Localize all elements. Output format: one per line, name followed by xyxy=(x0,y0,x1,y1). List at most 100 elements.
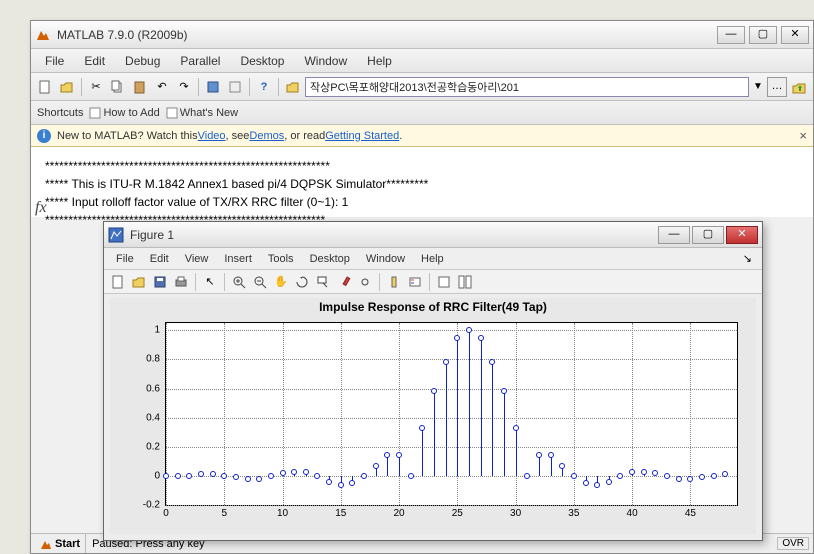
path-dropdown-icon[interactable]: ▼ xyxy=(751,81,765,92)
toolbar-separator xyxy=(198,78,199,96)
x-tick-label: 10 xyxy=(277,508,288,519)
data-cursor-icon[interactable] xyxy=(313,272,333,292)
stem-marker xyxy=(454,335,460,341)
menu-debug[interactable]: Debug xyxy=(115,52,170,70)
stem-marker xyxy=(676,476,682,482)
fig-menu-desktop[interactable]: Desktop xyxy=(302,251,358,267)
figure-window[interactable]: Figure 1 — ▢ ✕ File Edit View Insert Too… xyxy=(103,221,763,541)
fig-menu-edit[interactable]: Edit xyxy=(142,251,177,267)
info-text-3: , or read xyxy=(284,130,325,142)
menu-help[interactable]: Help xyxy=(357,52,402,70)
matlab-logo-icon xyxy=(35,27,51,43)
main-window-controls: — ▢ ✕ xyxy=(717,26,809,44)
whats-new-link[interactable]: What's New xyxy=(166,107,238,119)
pan-icon[interactable]: ✋ xyxy=(271,272,291,292)
figure-close-button[interactable]: ✕ xyxy=(726,226,758,244)
stem-marker xyxy=(280,470,286,476)
guide-icon[interactable] xyxy=(225,77,245,97)
figure-minimize-button[interactable]: — xyxy=(658,226,690,244)
menu-parallel[interactable]: Parallel xyxy=(170,52,230,70)
redo-icon[interactable]: ↷ xyxy=(174,77,194,97)
stem-marker xyxy=(524,473,530,479)
command-window[interactable]: ****************************************… xyxy=(31,147,813,217)
browse-folder-button[interactable]: … xyxy=(767,77,787,97)
simulink-icon[interactable] xyxy=(203,77,223,97)
figure-window-controls: — ▢ ✕ xyxy=(656,226,758,244)
chart-axes[interactable]: 051015202530354045-0.200.20.40.60.81 xyxy=(165,322,738,506)
pointer-icon[interactable]: ↖ xyxy=(200,272,220,292)
x-tick-label: 20 xyxy=(393,508,404,519)
main-toolbar: ✂ ↶ ↷ ? ▼ … xyxy=(31,73,813,101)
stem-line xyxy=(516,428,517,476)
stem-marker xyxy=(629,469,635,475)
getting-started-link[interactable]: Getting Started xyxy=(325,130,399,142)
start-button[interactable]: Start xyxy=(35,534,86,553)
stem-marker xyxy=(163,473,169,479)
insert-colorbar-icon[interactable] xyxy=(384,272,404,292)
up-folder-icon[interactable] xyxy=(789,77,809,97)
menu-file[interactable]: File xyxy=(35,52,74,70)
hide-plot-tools-icon[interactable] xyxy=(434,272,454,292)
insert-legend-icon[interactable] xyxy=(405,272,425,292)
stem-marker xyxy=(338,482,344,488)
stem-marker xyxy=(198,471,204,477)
demos-link[interactable]: Demos xyxy=(249,130,284,142)
x-tick-label: 30 xyxy=(510,508,521,519)
brush-icon[interactable] xyxy=(334,272,354,292)
print-icon[interactable] xyxy=(171,272,191,292)
figure-titlebar[interactable]: Figure 1 — ▢ ✕ xyxy=(104,222,762,248)
stem-line xyxy=(551,455,552,475)
fig-menu-insert[interactable]: Insert xyxy=(216,251,260,267)
info-text-2: , see xyxy=(226,130,250,142)
current-folder-icon[interactable] xyxy=(283,77,303,97)
main-titlebar[interactable]: MATLAB 7.9.0 (R2009b) — ▢ ✕ xyxy=(31,21,813,49)
toolbar-separator xyxy=(379,273,380,291)
menu-window[interactable]: Window xyxy=(294,52,357,70)
x-tick-label: 35 xyxy=(568,508,579,519)
rotate-icon[interactable] xyxy=(292,272,312,292)
cut-icon[interactable]: ✂ xyxy=(86,77,106,97)
new-figure-icon[interactable] xyxy=(108,272,128,292)
banner-close-icon[interactable]: × xyxy=(799,128,807,143)
copy-icon[interactable] xyxy=(108,77,128,97)
stem-marker xyxy=(617,473,623,479)
how-to-add-link[interactable]: How to Add xyxy=(89,107,159,119)
show-plot-tools-icon[interactable] xyxy=(455,272,475,292)
y-tick-label: 0 xyxy=(154,470,160,481)
help-icon[interactable]: ? xyxy=(254,77,274,97)
fig-menu-help[interactable]: Help xyxy=(413,251,452,267)
stem-marker xyxy=(291,469,297,475)
close-button[interactable]: ✕ xyxy=(781,26,809,44)
menu-desktop[interactable]: Desktop xyxy=(230,52,294,70)
maximize-button[interactable]: ▢ xyxy=(749,26,777,44)
stem-marker xyxy=(431,388,437,394)
fig-menu-file[interactable]: File xyxy=(108,251,142,267)
open-figure-icon[interactable] xyxy=(129,272,149,292)
stem-line xyxy=(481,338,482,476)
stem-marker xyxy=(408,473,414,479)
stem-marker xyxy=(652,470,658,476)
stem-line xyxy=(504,391,505,475)
fig-menu-tools[interactable]: Tools xyxy=(260,251,302,267)
zoom-out-icon[interactable] xyxy=(250,272,270,292)
paste-icon[interactable] xyxy=(130,77,150,97)
current-folder-path[interactable] xyxy=(305,77,749,97)
y-tick-label: 1 xyxy=(154,325,160,336)
stem-marker xyxy=(349,480,355,486)
x-tick-label: 45 xyxy=(685,508,696,519)
fx-prompt-icon[interactable]: fx xyxy=(35,199,47,217)
new-file-icon[interactable] xyxy=(35,77,55,97)
figure-maximize-button[interactable]: ▢ xyxy=(692,226,724,244)
open-icon[interactable] xyxy=(57,77,77,97)
menu-edit[interactable]: Edit xyxy=(74,52,115,70)
stem-line xyxy=(387,455,388,475)
toolstrip-overflow-icon[interactable]: ↘ xyxy=(743,252,758,265)
minimize-button[interactable]: — xyxy=(717,26,745,44)
fig-menu-window[interactable]: Window xyxy=(358,251,413,267)
link-icon[interactable] xyxy=(355,272,375,292)
video-link[interactable]: Video xyxy=(198,130,226,142)
save-figure-icon[interactable] xyxy=(150,272,170,292)
fig-menu-view[interactable]: View xyxy=(177,251,217,267)
undo-icon[interactable]: ↶ xyxy=(152,77,172,97)
zoom-in-icon[interactable] xyxy=(229,272,249,292)
